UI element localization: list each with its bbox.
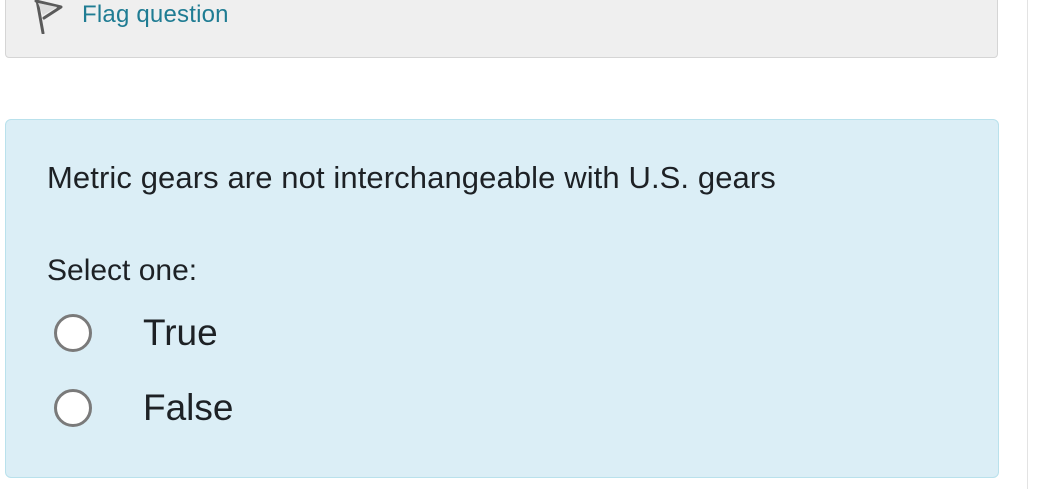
radio-button-false[interactable]	[54, 389, 92, 427]
question-info-panel: Flag question	[5, 0, 998, 58]
answer-label-true[interactable]: True	[143, 310, 218, 356]
page-edge-divider	[1027, 0, 1028, 489]
answer-label-false[interactable]: False	[143, 385, 233, 431]
answer-option-false[interactable]: False	[54, 385, 233, 431]
answer-option-true[interactable]: True	[54, 310, 218, 356]
select-one-prompt: Select one:	[47, 254, 198, 287]
flag-question-link[interactable]: Flag question	[31, 0, 229, 34]
radio-button-true[interactable]	[54, 314, 92, 352]
question-text: Metric gears are not interchangeable wit…	[47, 160, 776, 195]
flag-icon	[31, 0, 65, 34]
question-content-panel: Metric gears are not interchangeable wit…	[5, 119, 999, 478]
flag-question-label[interactable]: Flag question	[82, 0, 229, 32]
